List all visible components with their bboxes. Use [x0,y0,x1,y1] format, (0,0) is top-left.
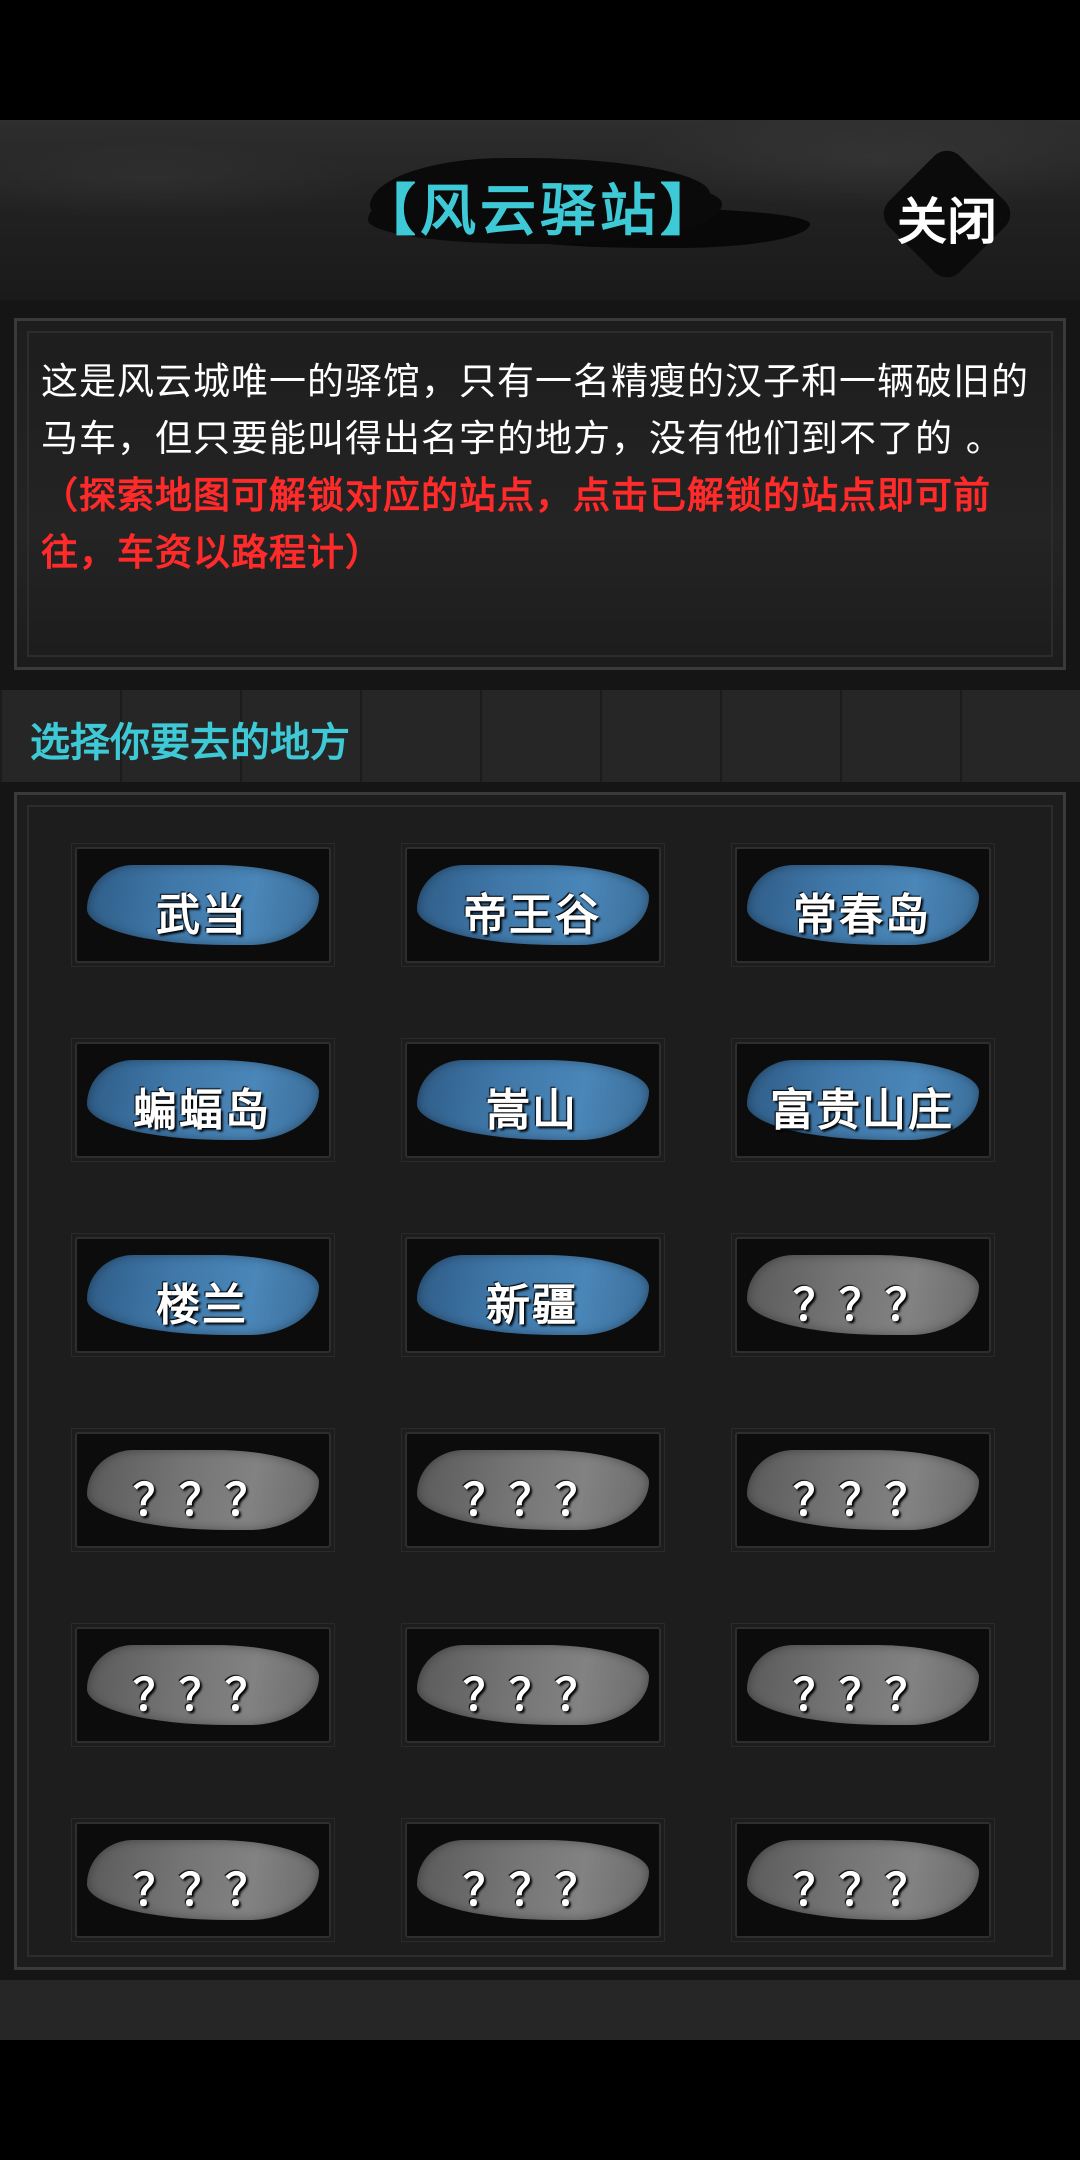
locked-station-button[interactable]: ？？？ [727,1816,997,1946]
station-frame [71,1038,335,1162]
station-frame [731,843,995,967]
station-frame [401,1428,665,1552]
brush-stroke-decoration [417,1645,649,1725]
brush-stroke-decoration [87,1255,319,1335]
locked-station-button[interactable]: ？？？ [397,1621,667,1751]
locked-station-button[interactable]: ？？？ [727,1231,997,1361]
station-label: ？？？ [133,1865,271,1916]
brush-stroke-decoration [747,1255,979,1335]
station-frame [71,1428,335,1552]
station-frame [401,843,665,967]
brush-stroke-decoration [417,1450,649,1530]
station-label: 武当 [156,890,248,941]
brush-stroke-decoration [87,1840,319,1920]
description-hint: （探索地图可解锁对应的站点，点击已解锁的站点即可前往，车资以路程计） [41,473,991,574]
locked-station-button[interactable]: ？？？ [727,1426,997,1556]
close-button-label: 关闭 [897,192,997,251]
station-frame [401,1818,665,1942]
station-frame [731,1233,995,1357]
brush-stroke-decoration [417,1255,649,1335]
station-label: ？？？ [793,1670,931,1721]
page-title: 【风云驿站】 [360,178,720,244]
station-frame [731,1428,995,1552]
station-frame [71,1818,335,1942]
station-screen: 【风云驿站】 关闭 这是风云城唯一的驿馆，只有一名精瘦的汉子和一辆破旧的马车，但… [0,120,1080,2040]
station-frame [71,1233,335,1357]
station-label: ？？？ [793,1280,931,1331]
station-button[interactable]: 楼兰 [67,1231,337,1361]
header-band: 【风云驿站】 关闭 [0,120,1080,300]
station-button[interactable]: 常春岛 [727,841,997,971]
station-frame [401,1233,665,1357]
station-label: ？？？ [793,1865,931,1916]
station-button[interactable]: 蝙蝠岛 [67,1036,337,1166]
station-label: ？？？ [463,1865,601,1916]
brush-stroke-decoration [87,1450,319,1530]
locked-station-button[interactable]: ？？？ [67,1816,337,1946]
station-label: ？？？ [793,1475,931,1526]
brush-stroke-decoration [87,1645,319,1725]
station-frame [401,1623,665,1747]
brush-stroke-decoration [747,1840,979,1920]
locked-station-button[interactable]: ？？？ [727,1621,997,1751]
station-frame [401,1038,665,1162]
brush-stroke-decoration [747,1060,979,1140]
brush-stroke-decoration [87,865,319,945]
station-label: 新疆 [486,1280,578,1331]
brush-stroke-decoration [747,1450,979,1530]
brush-stroke-decoration [87,1060,319,1140]
brush-stroke-decoration [747,865,979,945]
station-label: 富贵山庄 [770,1085,954,1136]
description-body: 这是风云城唯一的驿馆，只有一名精瘦的汉子和一辆破旧的马车，但只要能叫得出名字的地… [41,360,1029,460]
brush-stroke-decoration [417,865,649,945]
station-label: 常春岛 [793,890,931,941]
station-label: ？？？ [133,1670,271,1721]
station-frame [731,1818,995,1942]
section-subtitle: 选择你要去的地方 [30,719,350,766]
brush-stroke-decoration [417,1060,649,1140]
station-frame [71,843,335,967]
station-label: 嵩山 [486,1085,578,1136]
station-button[interactable]: 富贵山庄 [727,1036,997,1166]
station-frame [71,1623,335,1747]
station-frame [731,1623,995,1747]
station-grid-panel: 武当 帝王谷 常春岛蝙蝠岛 嵩山 富贵山庄楼兰 新疆 ？？？ ？？？ ？？？ ？？？ ？？？ ？？？ ？… [14,792,1066,1970]
description-panel: 这是风云城唯一的驿馆，只有一名精瘦的汉子和一辆破旧的马车，但只要能叫得出名字的地… [14,318,1066,670]
locked-station-button[interactable]: ？？？ [67,1426,337,1556]
station-button[interactable]: 嵩山 [397,1036,667,1166]
brush-stroke-decoration [747,1645,979,1725]
close-button[interactable]: 关闭 [876,143,1018,285]
station-label: ？？？ [133,1475,271,1526]
station-frame [731,1038,995,1162]
station-label: ？？？ [463,1475,601,1526]
footer-band [0,1980,1080,2040]
locked-station-button[interactable]: ？？？ [67,1621,337,1751]
station-label: 楼兰 [156,1280,248,1331]
station-button[interactable]: 武当 [67,841,337,971]
locked-station-button[interactable]: ？？？ [397,1426,667,1556]
station-label: 帝王谷 [463,890,601,941]
station-button[interactable]: 帝王谷 [397,841,667,971]
brush-stroke-decoration [417,1840,649,1920]
station-label: 蝙蝠岛 [133,1085,271,1136]
station-button[interactable]: 新疆 [397,1231,667,1361]
locked-station-button[interactable]: ？？？ [397,1816,667,1946]
title-plate: 【风云驿站】 [360,148,720,258]
description-text: 这是风云城唯一的驿馆，只有一名精瘦的汉子和一辆破旧的马车，但只要能叫得出名字的地… [41,353,1041,581]
station-label: ？？？ [463,1670,601,1721]
